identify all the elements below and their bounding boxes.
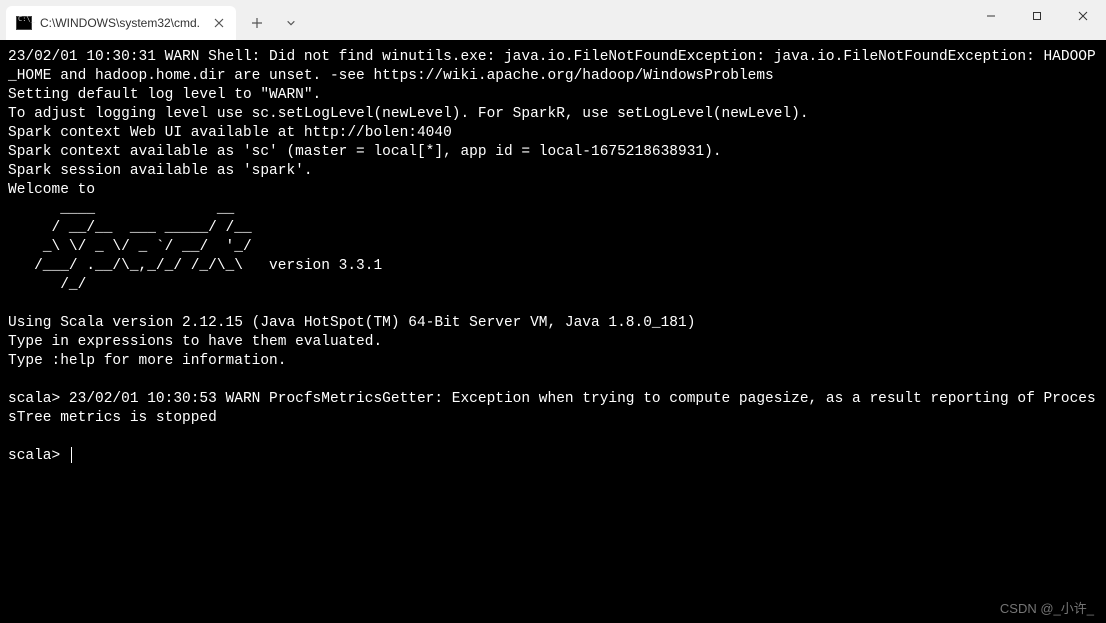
maximize-button[interactable]: [1014, 0, 1060, 32]
text-cursor: [71, 447, 72, 463]
watermark-text: CSDN @_小许_: [1000, 598, 1094, 617]
tab-title: C:\WINDOWS\system32\cmd.: [40, 16, 202, 30]
tab-actions: [236, 6, 306, 40]
tabs-area: C:\WINDOWS\system32\cmd.: [0, 0, 968, 40]
minimize-button[interactable]: [968, 0, 1014, 32]
title-bar: C:\WINDOWS\system32\cmd.: [0, 0, 1106, 40]
terminal-text: 23/02/01 10:30:31 WARN Shell: Did not fi…: [8, 49, 1096, 426]
tab-cmd[interactable]: C:\WINDOWS\system32\cmd.: [6, 6, 236, 40]
tab-dropdown-button[interactable]: [276, 8, 306, 38]
new-tab-button[interactable]: [242, 8, 272, 38]
close-window-button[interactable]: [1060, 0, 1106, 32]
cmd-icon: [16, 16, 32, 30]
close-tab-button[interactable]: [210, 14, 228, 32]
terminal-output[interactable]: 23/02/01 10:30:31 WARN Shell: Did not fi…: [0, 40, 1106, 623]
window-controls: [968, 0, 1106, 40]
terminal-prompt: scala>: [8, 448, 69, 464]
